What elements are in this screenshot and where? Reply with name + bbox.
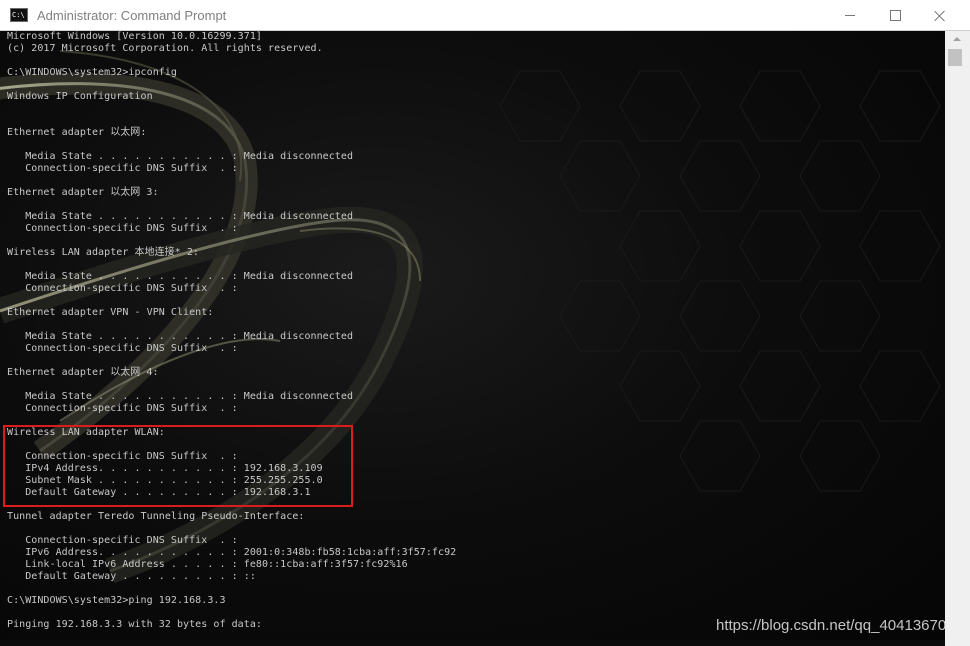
console-line: Ethernet adapter 以太网: [7, 127, 147, 138]
console-line: Microsoft Windows [Version 10.0.16299.37… [7, 31, 262, 42]
console-line: (c) 2017 Microsoft Corporation. All righ… [7, 43, 323, 54]
console-line: Default Gateway . . . . . . . . . : :: [7, 571, 256, 582]
console-line: Connection-specific DNS Suffix . : [7, 535, 238, 546]
console-line: Wireless LAN adapter 本地连接* 2: [7, 247, 199, 258]
console-line: IPv6 Address. . . . . . . . . . . : 2001… [7, 547, 457, 558]
console-line: Ethernet adapter 以太网 4: [7, 367, 159, 378]
console-line: Tunnel adapter Teredo Tunneling Pseudo-I… [7, 511, 305, 522]
console-line: C:\WINDOWS\system32>ipconfig [7, 67, 177, 78]
console-line: Media State . . . . . . . . . . . : Medi… [7, 271, 354, 282]
console-line: Connection-specific DNS Suffix . : [7, 163, 238, 174]
minimize-icon [845, 15, 855, 16]
console-line: Connection-specific DNS Suffix . : [7, 403, 238, 414]
console-output: Microsoft Windows [Version 10.0.16299.37… [7, 31, 456, 631]
wlan-highlight-box [3, 425, 353, 507]
console-line: Windows IP Configuration [7, 91, 153, 102]
console-area[interactable]: Microsoft Windows [Version 10.0.16299.37… [0, 31, 945, 640]
console-line: Media State . . . . . . . . . . . : Medi… [7, 211, 354, 222]
minimize-button[interactable] [827, 0, 873, 31]
bottom-edge [0, 640, 945, 646]
console-line: Ethernet adapter VPN - VPN Client: [7, 307, 214, 318]
console-line: C:\WINDOWS\system32>ping 192.168.3.3 [7, 595, 226, 606]
close-button[interactable] [917, 0, 963, 31]
console-line: Media State . . . . . . . . . . . : Medi… [7, 151, 354, 162]
maximize-icon [889, 10, 901, 21]
command-prompt-window: C:\ Administrator: Command Prompt Micros… [0, 0, 970, 646]
vertical-scrollbar[interactable] [945, 31, 970, 646]
window-title: Administrator: Command Prompt [37, 8, 227, 23]
maximize-button[interactable] [872, 0, 918, 31]
scroll-thumb[interactable] [948, 49, 962, 66]
console-line: Connection-specific DNS Suffix . : [7, 223, 238, 234]
console-line: Connection-specific DNS Suffix . : [7, 283, 238, 294]
console-line: Connection-specific DNS Suffix . : [7, 343, 238, 354]
cmd-icon: C:\ [10, 8, 28, 22]
console-line: Pinging 192.168.3.3 with 32 bytes of dat… [7, 619, 262, 630]
console-line: Link-local IPv6 Address . . . . . : fe80… [7, 559, 408, 570]
console-line: Media State . . . . . . . . . . . : Medi… [7, 391, 354, 402]
title-bar[interactable]: C:\ Administrator: Command Prompt [0, 0, 970, 31]
close-icon [934, 10, 946, 22]
console-line: Ethernet adapter 以太网 3: [7, 187, 159, 198]
scroll-up-arrow-icon[interactable] [945, 31, 970, 48]
watermark-text: https://blog.csdn.net/qq_40413670 [716, 617, 947, 634]
console-line: Media State . . . . . . . . . . . : Medi… [7, 331, 354, 342]
